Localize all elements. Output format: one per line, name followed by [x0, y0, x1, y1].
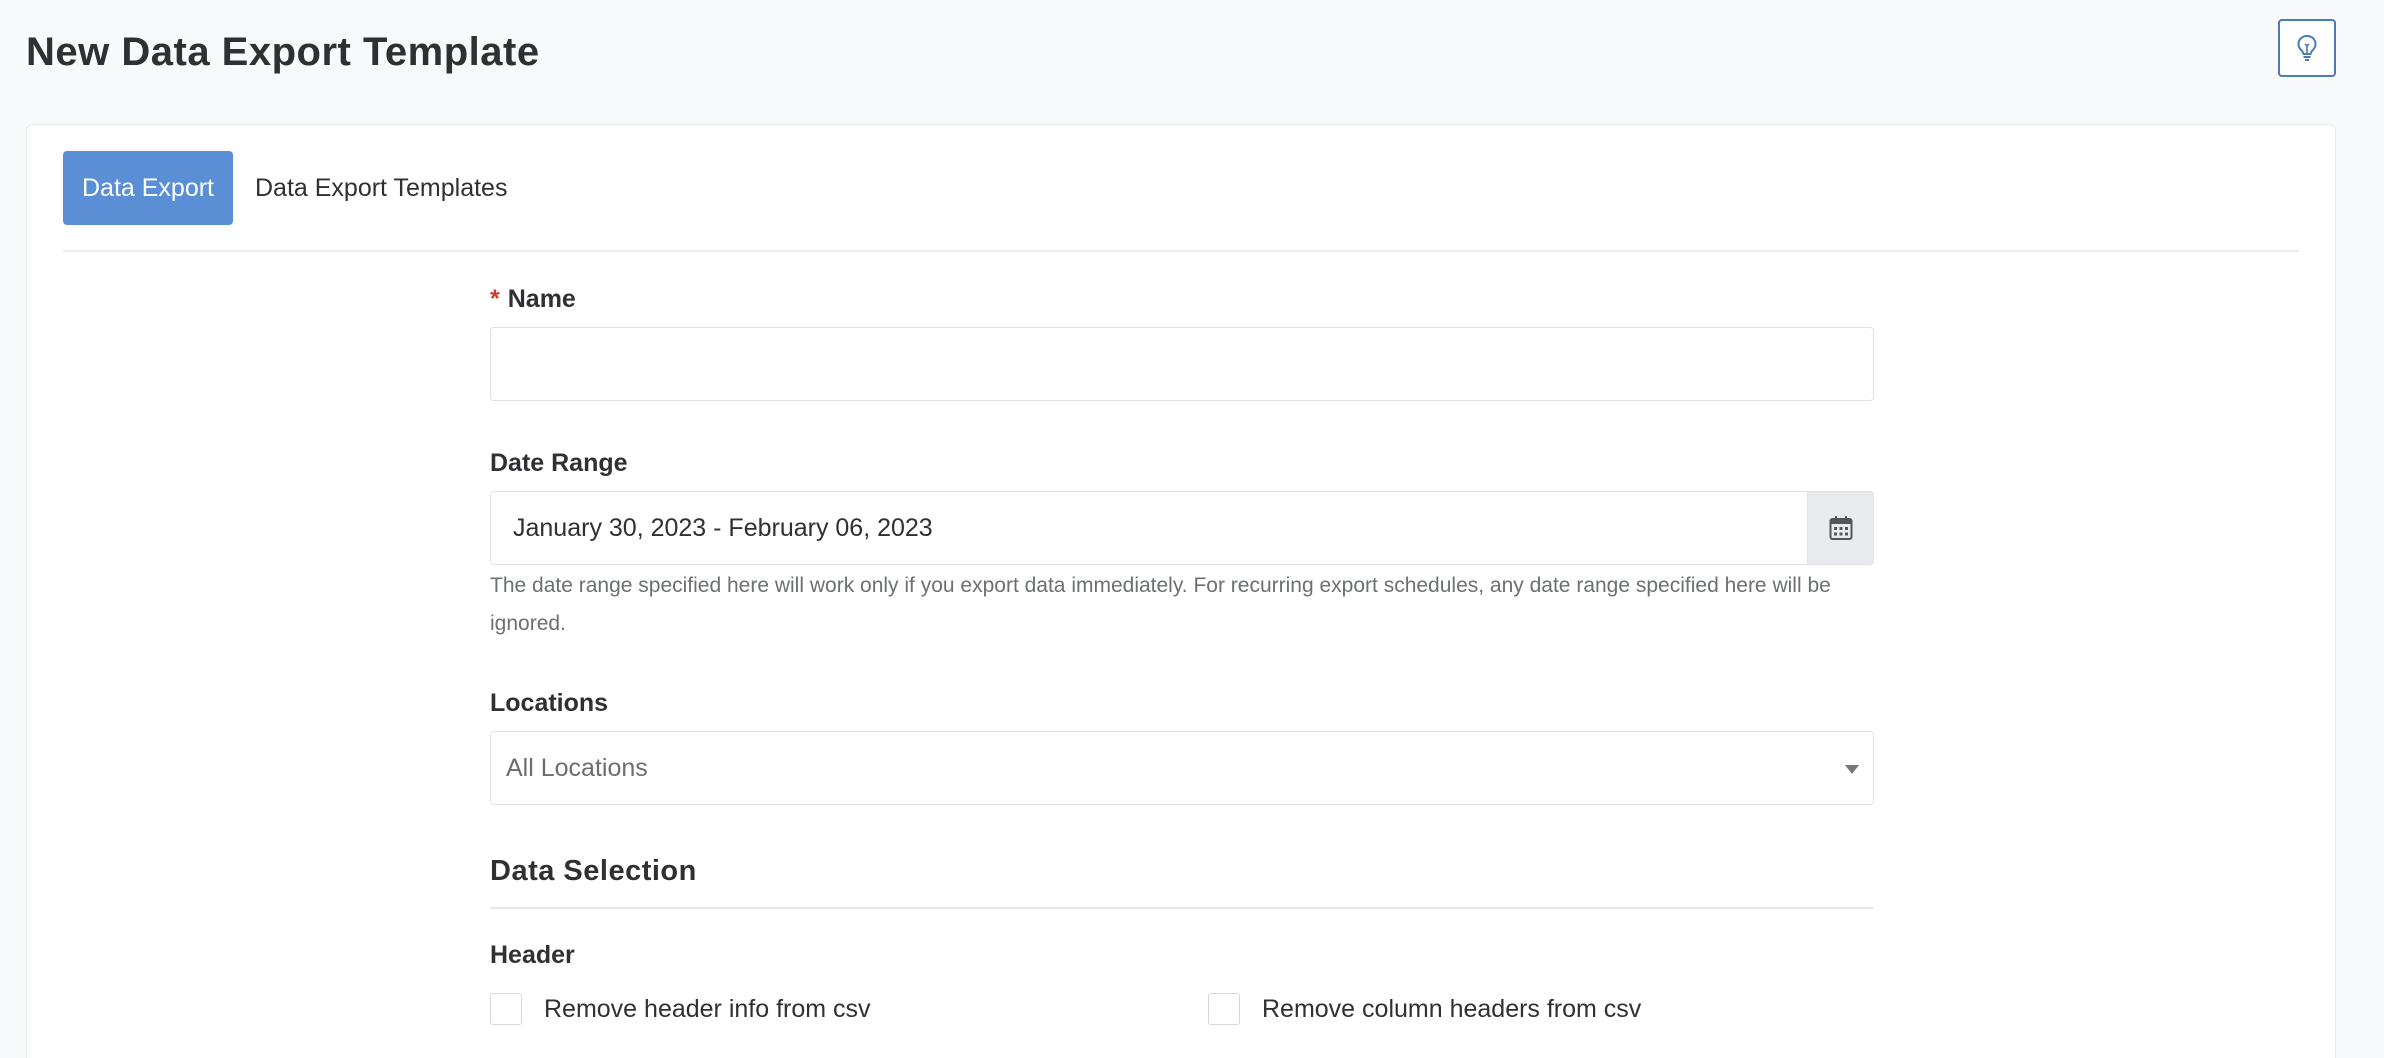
name-input[interactable]: [490, 327, 1874, 401]
remove-header-info-label: Remove header info from csv: [544, 994, 871, 1023]
remove-column-headers-checkbox[interactable]: [1208, 993, 1240, 1025]
locations-select[interactable]: All Locations: [490, 731, 1874, 805]
remove-column-headers-option[interactable]: Remove column headers from csv: [1208, 993, 1641, 1025]
section-divider: [490, 907, 1874, 909]
date-range-help-text: The date range specified here will work …: [490, 574, 1831, 635]
tab-bar: Data Export Data Export Templates: [63, 151, 2299, 252]
locations-selected-value: All Locations: [506, 753, 648, 782]
export-form-card: Data Export Data Export Templates * Name …: [26, 124, 2336, 1058]
lightbulb-icon: [2297, 34, 2317, 61]
data-selection-title: Data Selection: [490, 855, 697, 887]
tab-data-export-templates[interactable]: Data Export Templates: [233, 151, 529, 225]
tab-data-export[interactable]: Data Export: [63, 151, 233, 225]
remove-column-headers-label: Remove column headers from csv: [1262, 994, 1642, 1023]
required-marker: *: [490, 285, 500, 313]
name-label: * Name: [490, 285, 576, 313]
caret-down-icon: [1845, 765, 1859, 774]
remove-header-info-checkbox[interactable]: [490, 993, 522, 1025]
locations-label: Locations: [490, 689, 609, 717]
date-range-label: Date Range: [490, 449, 628, 477]
remove-header-info-option[interactable]: Remove header info from csv: [490, 993, 871, 1025]
calendar-icon: [1829, 516, 1852, 540]
help-button[interactable]: [2278, 19, 2336, 77]
calendar-button[interactable]: [1807, 491, 1874, 565]
header-label: Header: [490, 941, 575, 969]
page-title: New Data Export Template: [26, 30, 540, 74]
date-range-input[interactable]: January 30, 2023 - February 06, 2023: [490, 491, 1808, 565]
